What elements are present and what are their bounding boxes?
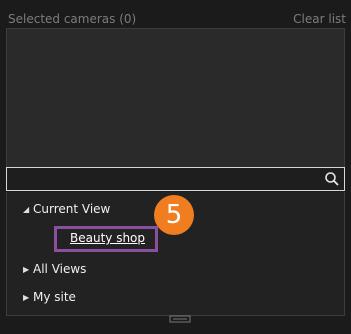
tree-node-label: My site [33,290,76,304]
tree-node-label: Current View [33,202,111,216]
selected-cameras-panel: Selected cameras (0) Clear list ◢ Current… [0,0,351,334]
clear-list-link[interactable]: Clear list [293,12,346,26]
highlighted-view-item: Beauty shop [54,226,158,252]
search-input[interactable] [11,170,311,188]
tree-node-my-site[interactable]: ▶ My site [23,290,76,304]
tree-node-label: All Views [33,262,87,276]
tree-node-beauty-shop[interactable]: Beauty shop [70,231,145,245]
tree-node-all-views[interactable]: ▶ All Views [23,262,86,276]
expanded-arrow-icon[interactable]: ◢ [23,205,33,214]
search-box[interactable] [6,167,345,191]
selected-cameras-list[interactable] [6,28,345,170]
resize-grip-icon[interactable] [169,315,191,323]
collapsed-arrow-icon[interactable]: ▶ [23,265,33,274]
tree-node-current-view[interactable]: ◢ Current View [23,202,110,216]
selected-cameras-title: Selected cameras (0) [8,12,137,26]
search-icon[interactable] [324,171,340,187]
step-number-badge: 5 [154,195,194,235]
collapsed-arrow-icon[interactable]: ▶ [23,293,33,302]
